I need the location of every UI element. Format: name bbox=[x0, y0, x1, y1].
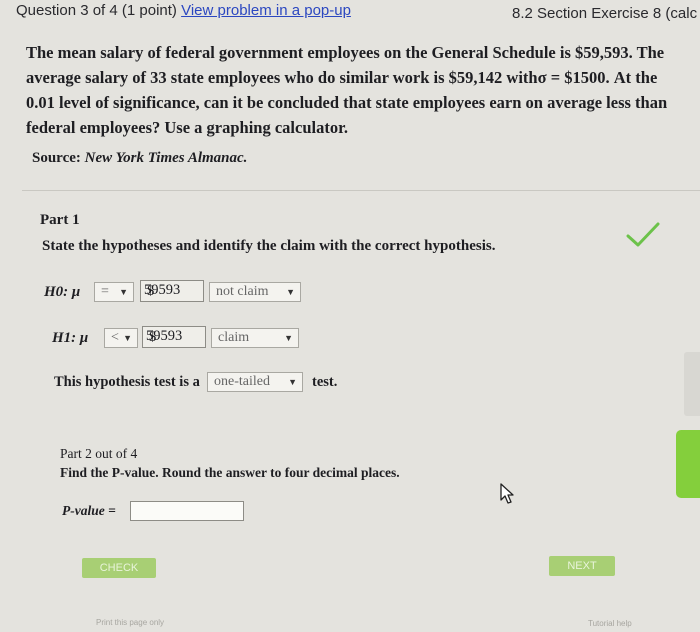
part1-title: Part 1 bbox=[40, 212, 80, 228]
test-type-suffix: test. bbox=[312, 374, 338, 390]
question-counter: Question 3 of 4 (1 point) View problem i… bbox=[16, 2, 351, 19]
h0-operator-value: = bbox=[101, 284, 109, 299]
h0-currency: $ bbox=[147, 283, 155, 299]
h0-value-field[interactable]: $59593 bbox=[140, 280, 204, 302]
pvalue-label: P-value = bbox=[62, 503, 116, 518]
chevron-down-icon: ▼ bbox=[123, 333, 132, 343]
correct-check-icon bbox=[626, 222, 660, 247]
chevron-down-icon: ▼ bbox=[284, 333, 293, 343]
test-type-value: one-tailed bbox=[214, 374, 270, 389]
part2-instruction: Find the P-value. Round the answer to fo… bbox=[60, 465, 400, 480]
h1-claim-value: claim bbox=[218, 330, 250, 345]
side-green-tab[interactable] bbox=[676, 430, 700, 498]
part1-instruction: State the hypotheses and identify the cl… bbox=[42, 238, 496, 254]
test-type-select[interactable]: one-tailed ▼ bbox=[207, 372, 303, 392]
tutorial-link[interactable]: Tutorial help bbox=[588, 619, 632, 628]
header-bar: Question 3 of 4 (1 point) View problem i… bbox=[0, 0, 700, 26]
h0-claim-value: not claim bbox=[216, 284, 269, 299]
h1-operator-select[interactable]: < ▼ bbox=[104, 328, 138, 348]
question-label: Question 3 of 4 (1 point) bbox=[16, 2, 177, 19]
part2-title: Part 2 out of 4 bbox=[60, 446, 138, 461]
popup-link[interactable]: View problem in a pop-up bbox=[181, 2, 351, 19]
chevron-down-icon: ▼ bbox=[119, 287, 128, 297]
h1-currency: $ bbox=[149, 329, 157, 345]
question-text: The mean salary of federal government em… bbox=[26, 43, 668, 137]
section-title: 8.2 Section Exercise 8 (calc bbox=[512, 5, 698, 22]
h0-label: H0: μ bbox=[44, 284, 81, 300]
source-label: Source: bbox=[32, 150, 81, 166]
test-type-prefix: This hypothesis test is a bbox=[54, 374, 200, 390]
section-divider bbox=[22, 190, 700, 191]
mouse-pointer-icon bbox=[500, 483, 514, 504]
h1-operator-value: < bbox=[111, 330, 119, 345]
source-line: Source: New York Times Almanac. bbox=[32, 150, 247, 167]
print-link[interactable]: Print this page only bbox=[96, 618, 164, 627]
check-button[interactable]: CHECK bbox=[82, 558, 156, 578]
side-scroll-tab[interactable] bbox=[684, 352, 700, 416]
h1-value-field[interactable]: $59593 bbox=[142, 326, 206, 348]
h0-operator-select[interactable]: = ▼ bbox=[94, 282, 134, 302]
source-name: New York Times Almanac. bbox=[84, 150, 248, 166]
next-button[interactable]: NEXT bbox=[549, 556, 615, 576]
chevron-down-icon: ▼ bbox=[286, 287, 295, 297]
h1-claim-select[interactable]: claim ▼ bbox=[211, 328, 299, 348]
h0-claim-select[interactable]: not claim ▼ bbox=[209, 282, 301, 302]
pvalue-input[interactable] bbox=[130, 501, 244, 521]
chevron-down-icon: ▼ bbox=[288, 377, 297, 387]
h1-label: H1: μ bbox=[52, 330, 89, 346]
